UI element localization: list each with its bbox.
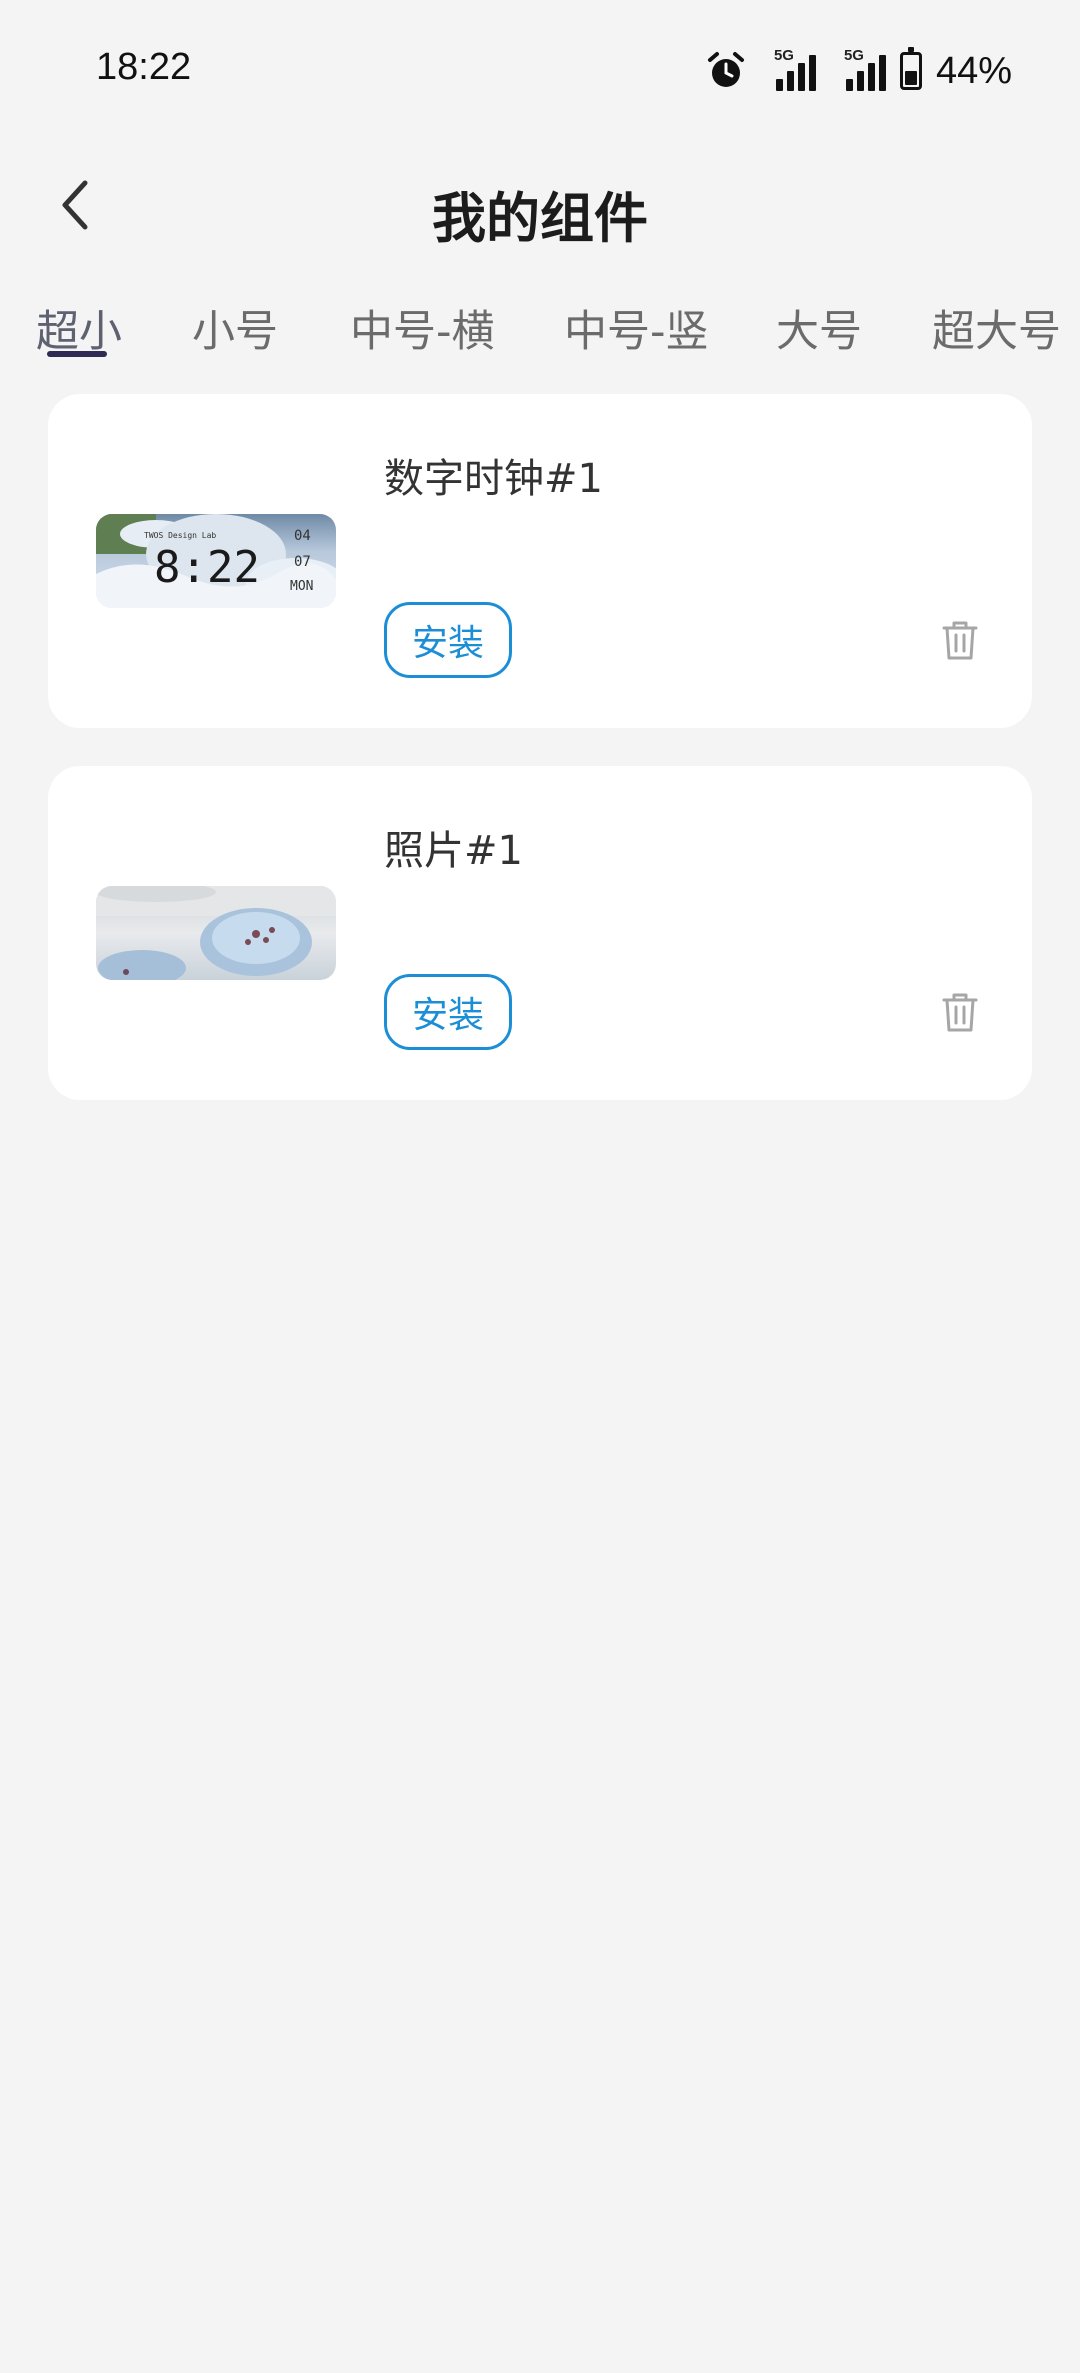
page-title: 我的组件 — [432, 187, 648, 250]
network-label: 5G — [843, 47, 864, 64]
clock-time: 8:22 — [154, 542, 260, 593]
photo-preview-image — [96, 886, 336, 980]
battery-icon — [899, 47, 922, 90]
trash-icon[interactable] — [938, 990, 982, 1034]
status-bar: 18:22 5G 5G 44% — [0, 0, 1080, 140]
signal-1-icon: 5G — [760, 47, 816, 91]
widget-name: 照片#1 — [384, 828, 523, 874]
widget-thumbnail — [96, 886, 336, 980]
tab-medium-horizontal[interactable]: 中号-横 — [350, 297, 495, 359]
tab-medium-vertical[interactable]: 中号-竖 — [564, 297, 709, 359]
install-button[interactable]: 安装 — [384, 974, 512, 1050]
status-icons: 5G 5G 44% — [706, 46, 1012, 96]
tab-large[interactable]: 大号 — [776, 297, 862, 359]
widget-card: TWOS Design Lab 8:22 04 07 MON 数字时钟#1 安装 — [48, 394, 1032, 728]
widget-card: 照片#1 安装 — [48, 766, 1032, 1100]
tab-small[interactable]: 小号 — [192, 297, 278, 359]
clock-brand: TWOS Design Lab — [144, 531, 216, 540]
battery-percent: 44% — [935, 49, 1012, 92]
status-time: 18:22 — [96, 46, 192, 88]
clock-month: 04 — [294, 528, 311, 544]
size-tabs: 超小 小号 中号-横 中号-竖 大号 超大号 — [0, 285, 1080, 365]
widget-name: 数字时钟#1 — [384, 456, 603, 502]
signal-2-icon: 5G — [830, 47, 886, 91]
trash-icon[interactable] — [938, 618, 982, 662]
widget-thumbnail: TWOS Design Lab 8:22 04 07 MON — [96, 514, 336, 608]
alarm-icon — [707, 52, 744, 87]
clock-day: 07 — [294, 554, 311, 570]
active-tab-indicator — [47, 351, 107, 357]
tab-extra-large[interactable]: 超大号 — [932, 297, 1061, 359]
clock-weekday: MON — [290, 579, 313, 594]
install-button[interactable]: 安装 — [384, 602, 512, 678]
clock-preview-image: TWOS Design Lab 8:22 04 07 MON — [96, 514, 336, 608]
tab-extra-small[interactable]: 超小 — [36, 297, 122, 359]
network-label: 5G — [773, 47, 794, 64]
header: 我的组件 — [0, 140, 1080, 270]
